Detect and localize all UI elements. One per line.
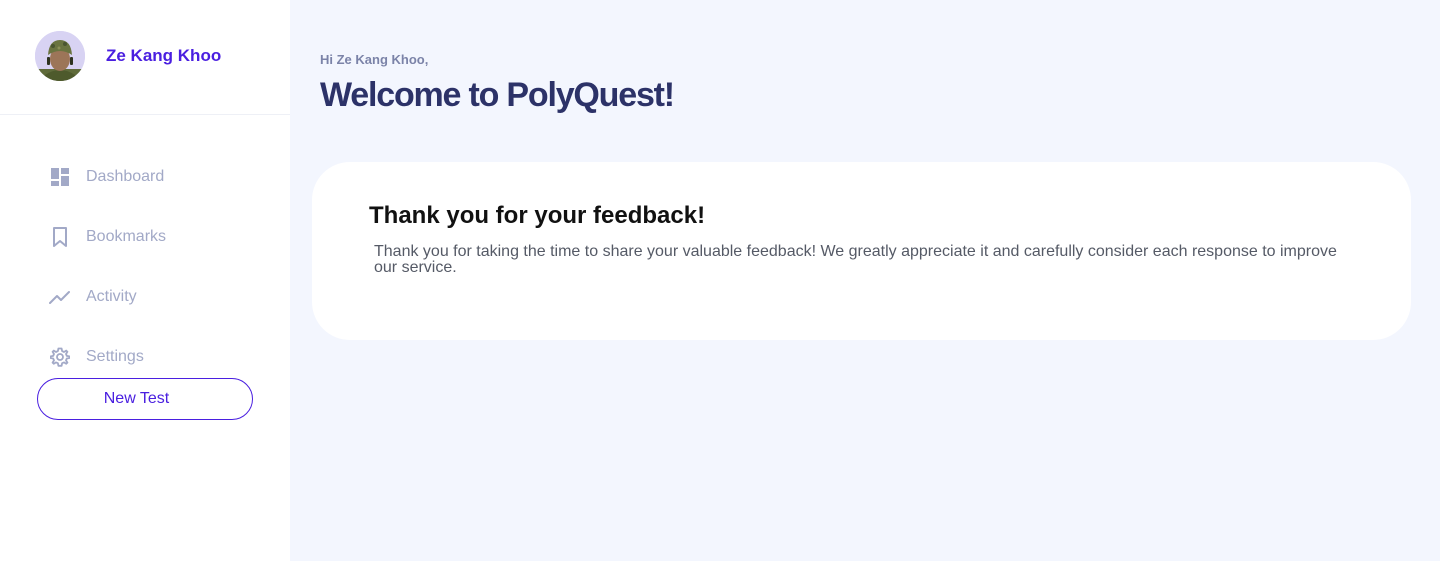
new-test-button[interactable]: New Test: [37, 378, 253, 420]
sidebar: Ze Kang Khoo Dashboard Bookmarks Activit…: [0, 0, 290, 561]
activity-icon: [49, 286, 71, 308]
user-profile: Ze Kang Khoo: [0, 0, 290, 115]
feedback-card: Thank you for your feedback! Thank you f…: [312, 162, 1411, 340]
page-title: Welcome to PolyQuest!: [320, 76, 675, 114]
dashboard-icon: [49, 166, 71, 188]
gear-icon: [49, 346, 71, 368]
sidebar-item-label: Settings: [86, 348, 144, 365]
sidebar-nav: Dashboard Bookmarks Activity Settings: [0, 115, 290, 387]
greeting-text: Hi Ze Kang Khoo,: [320, 52, 429, 67]
sidebar-item-label: Dashboard: [86, 168, 165, 185]
avatar-image: [35, 30, 85, 81]
sidebar-item-bookmarks[interactable]: Bookmarks: [0, 207, 290, 267]
app-root: Ze Kang Khoo Dashboard Bookmarks Activit…: [0, 0, 1440, 561]
bookmark-icon: [49, 226, 71, 248]
avatar[interactable]: [35, 30, 85, 81]
sidebar-item-dashboard[interactable]: Dashboard: [0, 147, 290, 207]
sidebar-item-label: Bookmarks: [86, 228, 167, 245]
main-content: Hi Ze Kang Khoo, Welcome to PolyQuest! T…: [290, 0, 1440, 561]
sidebar-item-label: Activity: [86, 288, 137, 305]
card-title: Thank you for your feedback!: [369, 202, 706, 229]
sidebar-item-activity[interactable]: Activity: [0, 267, 290, 327]
user-name: Ze Kang Khoo: [106, 45, 222, 65]
card-message: Thank you for taking the time to share y…: [374, 243, 1337, 276]
